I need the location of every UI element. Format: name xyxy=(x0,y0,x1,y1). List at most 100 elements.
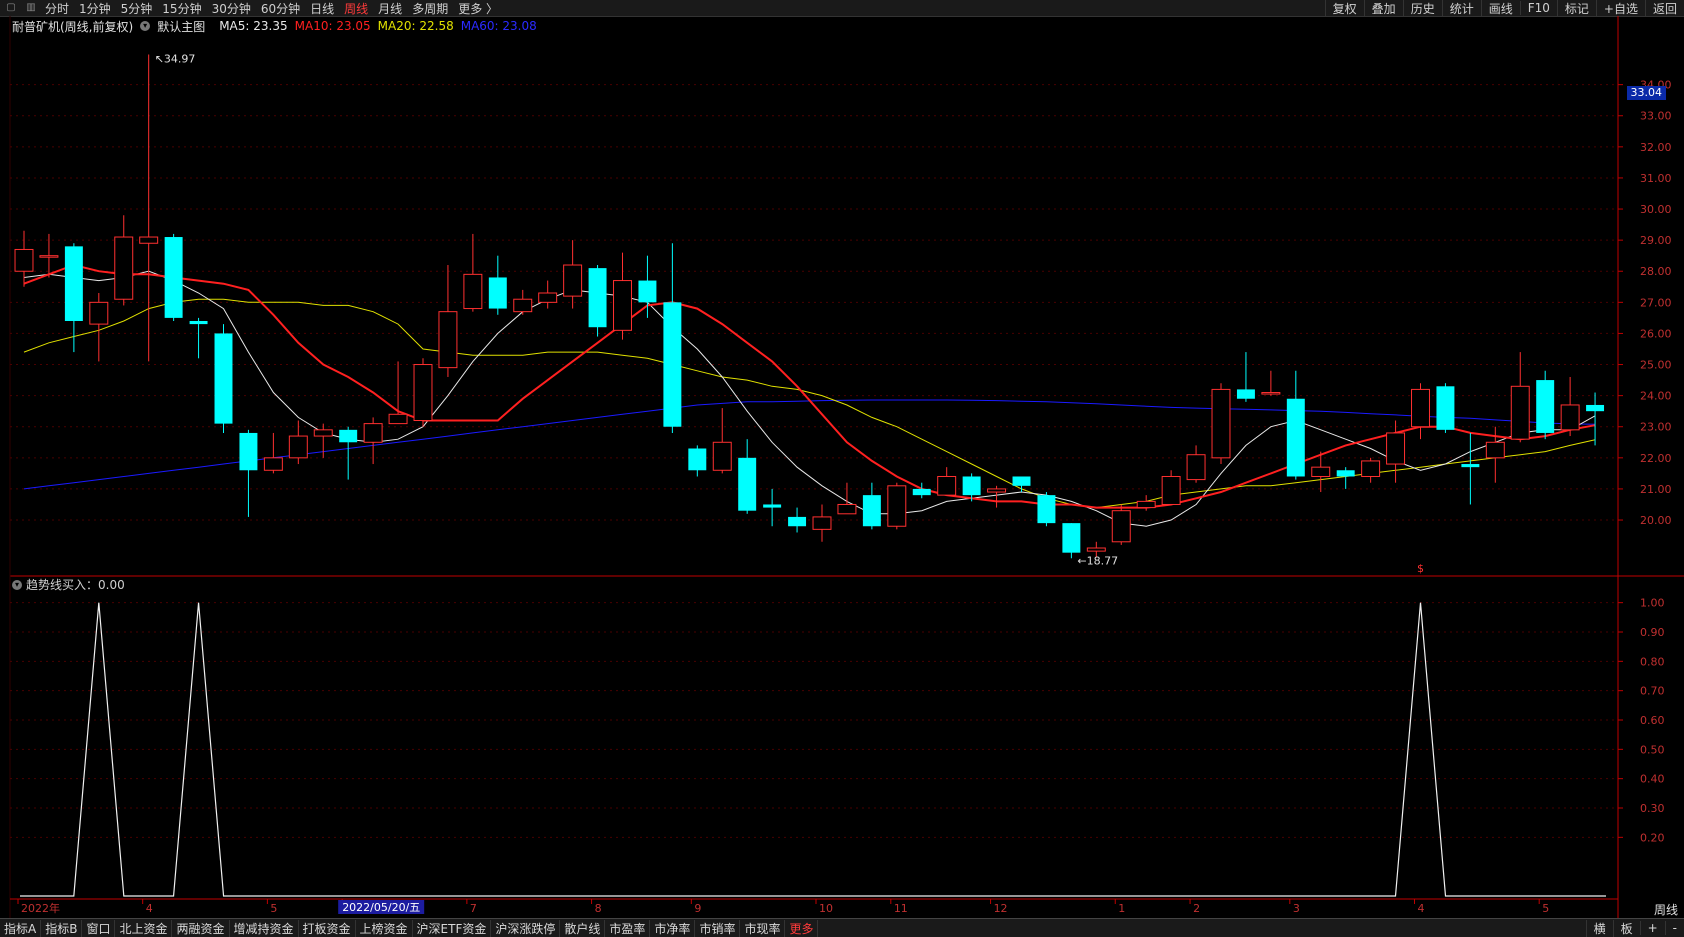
candle-down xyxy=(763,504,782,508)
candle-up xyxy=(1411,388,1430,428)
candle-down xyxy=(488,277,507,309)
period-tab-9[interactable]: 多周期 xyxy=(407,0,453,17)
candle-down xyxy=(1536,380,1555,433)
candle-down xyxy=(164,237,183,318)
x-tick-label: 10 xyxy=(819,902,833,915)
candle-up xyxy=(987,488,1007,493)
candle-down xyxy=(738,457,757,511)
candle-up xyxy=(1386,432,1406,465)
indicator-tab-0[interactable]: 指标A xyxy=(0,919,42,937)
layout-button-2[interactable]: + xyxy=(1639,921,1665,935)
indicator-tab-14[interactable]: 市现率 xyxy=(740,919,786,937)
indicator-tick-label: 0.80 xyxy=(1640,655,1665,668)
indicator-tab-5[interactable]: 增减持资金 xyxy=(230,919,299,937)
toolbar-button-8[interactable]: 返回 xyxy=(1644,0,1684,17)
indicator-tick-label: 0.60 xyxy=(1640,714,1665,727)
candle-up xyxy=(1311,466,1331,477)
layout-button-0[interactable]: 横 xyxy=(1585,919,1613,937)
period-tab-3[interactable]: 15分钟 xyxy=(157,0,206,17)
candle-up xyxy=(613,280,632,331)
indicator-tab-15[interactable]: 更多 xyxy=(785,919,819,937)
indicator-tab-1[interactable]: 指标B xyxy=(41,919,83,937)
window-icon[interactable]: ▢ xyxy=(4,1,18,15)
panel-icon[interactable]: ▥ xyxy=(24,1,38,15)
toolbar-button-2[interactable]: 历史 xyxy=(1402,0,1442,17)
toolbar-button-5[interactable]: F10 xyxy=(1519,1,1557,15)
period-tab-7[interactable]: 周线 xyxy=(339,0,373,17)
period-tab-4[interactable]: 30分钟 xyxy=(207,0,256,17)
candle-up xyxy=(1086,547,1106,552)
toolbar-button-6[interactable]: 标记 xyxy=(1556,0,1596,17)
x-tick-label: 11 xyxy=(894,902,908,915)
indicator-tick-label: 1.00 xyxy=(1640,597,1665,610)
period-toolbar: ▢ ▥ 分时 1分钟 5分钟 15分钟 30分钟 60分钟 日线 周线 月线 多周期 更多 〉 复权… xyxy=(0,0,1684,17)
indicator-tab-3[interactable]: 北上资金 xyxy=(115,919,173,937)
y-tick-label: 20.00 xyxy=(1640,514,1672,527)
candle-up xyxy=(1136,500,1156,509)
candle-down xyxy=(1286,398,1305,477)
y-tick-label: 33.00 xyxy=(1640,110,1672,123)
indicator-toolbar: 指标A 指标B 窗口 北上资金 两融资金 增减持资金 打板资金 上榜资金 沪深ETF资金 沪深涨跌… xyxy=(0,918,1684,937)
toolbar-button-3[interactable]: 统计 xyxy=(1441,0,1481,17)
y-tick-label: 26.00 xyxy=(1640,327,1672,340)
indicator-label: 趋势线买入：0.00 xyxy=(26,578,125,592)
toolbar-button-4[interactable]: 画线 xyxy=(1480,0,1520,17)
candle-up xyxy=(712,441,732,471)
x-tick-label: 5 xyxy=(270,902,277,915)
layout-button-1[interactable]: 板 xyxy=(1612,919,1640,937)
candle-up xyxy=(1560,404,1580,431)
indicator-title[interactable]: ▾ 趋势线买入：0.00 xyxy=(12,576,125,593)
ma10-line xyxy=(23,263,1596,509)
indicator-tab-8[interactable]: 沪深ETF资金 xyxy=(413,919,492,937)
candle-up xyxy=(837,503,857,515)
indicator-tab-11[interactable]: 市盈率 xyxy=(605,919,651,937)
candle-down xyxy=(1436,386,1455,430)
candle-down xyxy=(663,302,682,427)
indicator-tab-12[interactable]: 市净率 xyxy=(650,919,696,937)
toolbar-button-1[interactable]: 叠加 xyxy=(1363,0,1403,17)
y-tick-label: 22.00 xyxy=(1640,452,1672,465)
high-annotation: ↖34.97 xyxy=(155,52,196,65)
indicator-tab-9[interactable]: 沪深涨跌停 xyxy=(491,919,561,937)
candle-up xyxy=(288,435,308,459)
toolbar-button-7[interactable]: +自选 xyxy=(1595,0,1645,17)
period-tab-6[interactable]: 日线 xyxy=(305,0,339,17)
period-tab-2[interactable]: 5分钟 xyxy=(116,0,158,17)
candle-down xyxy=(1336,470,1355,477)
candle-down xyxy=(339,429,358,443)
kline-chart[interactable]: 34.0033.0032.0031.0030.0029.0028.0027.00… xyxy=(0,16,1684,918)
y-tick-label: 27.00 xyxy=(1640,296,1672,309)
indicator-tab-7[interactable]: 上榜资金 xyxy=(356,919,413,937)
indicator-tab-6[interactable]: 打板资金 xyxy=(299,919,356,937)
candle-up xyxy=(114,236,134,300)
candle-down xyxy=(214,333,233,424)
x-tick-label: 1 xyxy=(1118,902,1125,915)
candle-down xyxy=(1037,495,1056,524)
x-tick-label: 8 xyxy=(595,902,602,915)
layout-button-3[interactable]: - xyxy=(1664,921,1684,935)
period-tab-8[interactable]: 月线 xyxy=(373,0,407,17)
candle-up xyxy=(313,429,333,437)
candle-up xyxy=(438,311,458,369)
indicator-tab-4[interactable]: 两融资金 xyxy=(172,919,230,937)
indicator-tick-label: 0.20 xyxy=(1640,831,1665,844)
candle-up xyxy=(538,292,558,303)
current-price-tag: 33.04 xyxy=(1626,86,1666,100)
indicator-tab-13[interactable]: 市销率 xyxy=(695,919,741,937)
period-tab-0[interactable]: 分时 xyxy=(40,0,74,17)
candle-up xyxy=(937,475,957,496)
period-tab-10[interactable]: 更多 〉 xyxy=(453,0,503,17)
period-tab-1[interactable]: 1分钟 xyxy=(74,0,116,17)
x-tick-label: 12 xyxy=(994,902,1008,915)
indicator-tab-2[interactable]: 窗口 xyxy=(82,919,116,937)
x-tick-label: 7 xyxy=(470,902,477,915)
period-tab-5[interactable]: 60分钟 xyxy=(256,0,305,17)
candle-up xyxy=(1111,510,1131,543)
candle-down xyxy=(1012,476,1031,486)
indicator-tab-10[interactable]: 散户线 xyxy=(560,919,606,937)
candle-down xyxy=(688,448,707,471)
candle-up xyxy=(363,423,383,443)
candle-down xyxy=(239,432,258,471)
toolbar-button-0[interactable]: 复权 xyxy=(1324,0,1364,17)
candle-down xyxy=(1461,464,1480,468)
